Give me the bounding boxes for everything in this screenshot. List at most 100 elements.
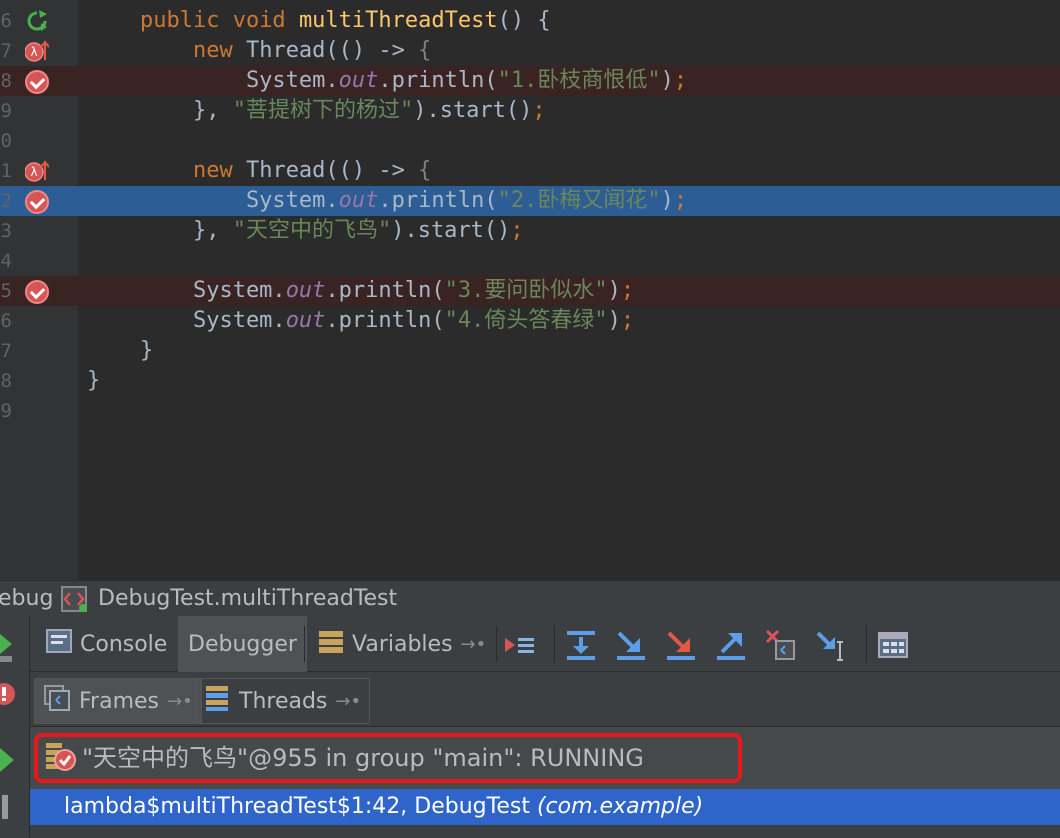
code-text: } bbox=[87, 336, 153, 366]
code-token: "3.要问卧似水" bbox=[444, 278, 608, 303]
tab-variables[interactable]: Variables →• bbox=[308, 616, 496, 672]
code-line[interactable]: 5 System.out.println("3.要问卧似水"); bbox=[0, 276, 1060, 306]
code-token: .println( bbox=[378, 188, 498, 213]
show-execution-point-icon[interactable] bbox=[502, 628, 536, 662]
current-execution-line[interactable]: 2 System.out.println("2.卧梅又闻花"); bbox=[0, 186, 1060, 216]
debug-tool-title: ebug bbox=[0, 586, 54, 611]
code-text: System.out.println("2.卧梅又闻花"); bbox=[87, 186, 687, 216]
code-token: out bbox=[285, 278, 326, 303]
code-token: "菩提树下的杨过" bbox=[232, 98, 414, 123]
code-token: ; bbox=[510, 218, 524, 243]
frame-label: lambda$multiThreadTest$1:42, DebugTest (… bbox=[64, 789, 703, 825]
tab-threads[interactable]: Threads →• bbox=[194, 678, 371, 724]
pause-icon[interactable] bbox=[0, 794, 10, 820]
code-text: public void multiThreadTest() { bbox=[87, 6, 551, 36]
tab-debugger[interactable]: Debugger bbox=[178, 616, 307, 672]
code-token: ; bbox=[532, 98, 546, 123]
tab-threads-label: Threads bbox=[239, 688, 328, 714]
code-text: System.out.println("4.倚头答春绿"); bbox=[87, 306, 634, 336]
code-line[interactable]: 6 System.out.println("4.倚头答春绿"); bbox=[0, 306, 1060, 336]
line-number: 3 bbox=[0, 220, 12, 242]
code-line[interactable]: 7 } bbox=[0, 336, 1060, 366]
code-text: new Thread(() -> { bbox=[87, 36, 431, 66]
line-number: 4 bbox=[0, 250, 12, 272]
debug-panel: Console Debugger Variables →• Frames →• … bbox=[0, 616, 1060, 838]
step-out-icon[interactable] bbox=[714, 628, 748, 662]
lambda-icon[interactable]: λ bbox=[24, 160, 50, 182]
debugger-subtab-bar: Frames →• Threads →• bbox=[30, 672, 1060, 727]
run-config-icon bbox=[61, 586, 87, 612]
code-token: ; bbox=[673, 188, 688, 213]
code-line[interactable]: 0 bbox=[0, 126, 1060, 156]
step-into-icon[interactable] bbox=[614, 628, 648, 662]
pin-icon[interactable]: →• bbox=[167, 691, 193, 712]
debug-tool-window-header: ebug DebugTest.multiThreadTest bbox=[0, 580, 1060, 616]
code-token: System. bbox=[87, 308, 286, 333]
code-editor[interactable]: 6 public void multiThreadTest() {7 λ new … bbox=[0, 0, 1060, 580]
stop-error-icon[interactable] bbox=[0, 682, 16, 706]
line-number: 6 bbox=[0, 10, 12, 32]
code-line[interactable]: 8 System.out.println("1.卧枝商恨低"); bbox=[0, 66, 1060, 96]
code-line[interactable]: 8} bbox=[0, 366, 1060, 396]
variables-icon bbox=[318, 628, 344, 660]
pin-icon[interactable]: →• bbox=[335, 691, 361, 712]
breakpoint-icon[interactable] bbox=[25, 280, 49, 304]
rerun-icon[interactable] bbox=[0, 630, 14, 662]
code-token: } bbox=[87, 338, 154, 363]
frame-list-item-selected[interactable]: lambda$multiThreadTest$1:42, DebugTest (… bbox=[30, 789, 1060, 825]
code-text: } bbox=[87, 366, 100, 396]
drop-frame-icon[interactable] bbox=[764, 628, 798, 662]
tab-frames[interactable]: Frames →• bbox=[34, 678, 202, 724]
resume-icon[interactable] bbox=[0, 746, 16, 774]
tab-variables-label: Variables bbox=[352, 631, 453, 657]
code-token: }, bbox=[87, 98, 233, 123]
code-token: out bbox=[338, 68, 379, 93]
code-token: out bbox=[285, 308, 326, 333]
code-text: System.out.println("3.要问卧似水"); bbox=[87, 276, 634, 306]
thread-selector[interactable]: "天空中的飞鸟"@955 in group "main": RUNNING bbox=[30, 727, 1060, 789]
code-token: "4.倚头答春绿" bbox=[444, 308, 608, 333]
run-icon[interactable] bbox=[25, 10, 49, 32]
code-line[interactable]: 9 }, "菩提树下的杨过").start(); bbox=[0, 96, 1060, 126]
line-number: 9 bbox=[0, 400, 12, 422]
code-token: new bbox=[192, 38, 246, 63]
line-number: 1 bbox=[0, 160, 12, 182]
frames-icon bbox=[43, 684, 71, 718]
code-token: .println( bbox=[378, 68, 498, 93]
svg-text:λ: λ bbox=[30, 45, 37, 59]
force-step-into-icon[interactable] bbox=[664, 628, 698, 662]
code-line[interactable]: 3 }, "天空中的飞鸟").start(); bbox=[0, 216, 1060, 246]
lambda-icon[interactable]: λ bbox=[24, 40, 50, 62]
code-line[interactable]: 7 λ new Thread(() -> { bbox=[0, 36, 1060, 66]
run-to-cursor-icon[interactable] bbox=[814, 628, 848, 662]
step-over-icon[interactable] bbox=[564, 628, 598, 662]
evaluate-expression-icon[interactable] bbox=[876, 628, 910, 662]
breakpoint-icon[interactable] bbox=[25, 190, 49, 214]
code-token: "天空中的飞鸟" bbox=[232, 218, 392, 243]
code-line[interactable]: 1 λ new Thread(() -> { bbox=[0, 156, 1060, 186]
debug-config-name[interactable]: DebugTest.multiThreadTest bbox=[98, 581, 397, 617]
code-line[interactable]: 9 bbox=[0, 396, 1060, 426]
code-token: multiThreadTest bbox=[298, 8, 498, 33]
code-token: Thread(() -> bbox=[245, 38, 419, 63]
frame-list-item[interactable] bbox=[30, 825, 1060, 838]
code-token: .println( bbox=[325, 278, 445, 303]
thread-suspended-icon bbox=[44, 741, 76, 771]
thread-name: "天空中的飞鸟"@955 in group "main": RUNNING bbox=[82, 744, 644, 772]
code-token: .println( bbox=[325, 308, 445, 333]
line-number: 9 bbox=[0, 100, 12, 122]
tab-separator bbox=[866, 626, 867, 662]
tab-console[interactable]: Console bbox=[36, 616, 177, 672]
breakpoint-icon[interactable] bbox=[25, 70, 49, 94]
code-token: ) bbox=[660, 188, 674, 213]
code-token: System. bbox=[87, 188, 339, 213]
pin-icon[interactable]: →• bbox=[461, 634, 487, 655]
code-token: { bbox=[418, 38, 432, 63]
line-number: 2 bbox=[0, 190, 12, 212]
line-number: 5 bbox=[0, 280, 12, 302]
code-line[interactable]: 4 bbox=[0, 246, 1060, 276]
tab-separator bbox=[304, 626, 305, 662]
code-line[interactable]: 6 public void multiThreadTest() { bbox=[0, 6, 1060, 36]
tab-separator bbox=[554, 626, 555, 662]
